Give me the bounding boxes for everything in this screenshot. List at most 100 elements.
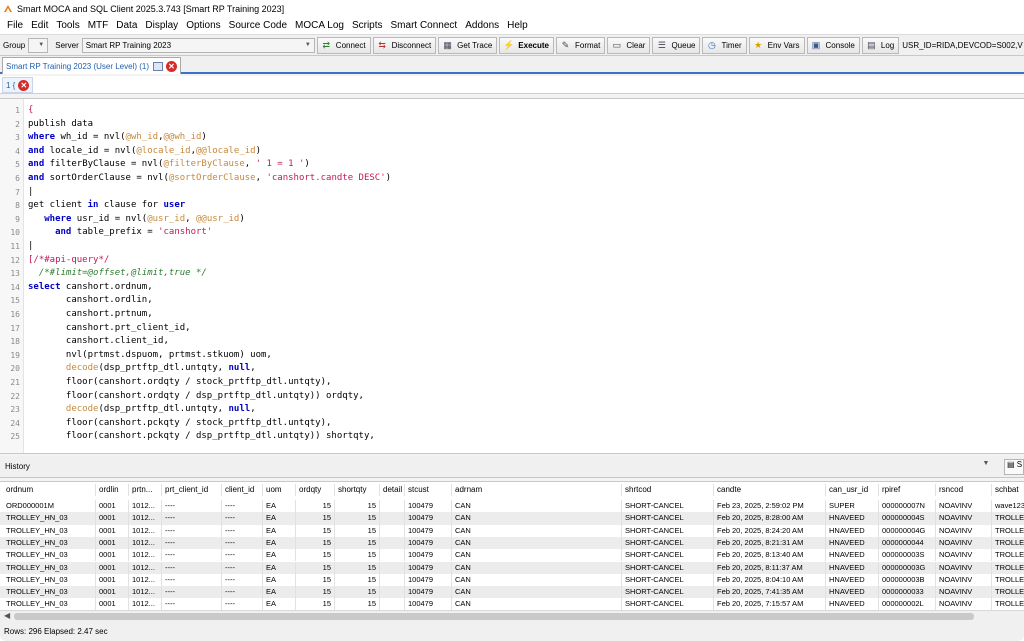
table-cell: NOAVINV [936, 598, 992, 610]
column-header-candte[interactable]: candte [714, 484, 826, 497]
table-cell: 000000004G [879, 524, 936, 537]
column-header-ordlin[interactable]: ordlin [96, 484, 129, 497]
table-cell: NOAVINV [936, 512, 992, 525]
menu-item-options[interactable]: Options [182, 17, 224, 34]
history-side-button[interactable]: ▤ S [1004, 459, 1024, 475]
column-header-uom[interactable]: uom [263, 484, 296, 497]
table-row[interactable]: TROLLEY_HN_03 0001 1012... ---- ---- EA 15 15 10… [0, 586, 1024, 599]
table-row[interactable]: TROLLEY_HN_03 0001 1012... ---- ---- EA 15 15 10… [0, 512, 1024, 525]
table-row[interactable]: TROLLEY_HN_03 0001 1012... ---- ---- EA 15 15 10… [0, 549, 1024, 562]
code-token: @wh_id [125, 132, 159, 143]
column-header-can_usr_id[interactable]: can_usr_id [826, 484, 879, 497]
timer-icon: ◷ [708, 39, 716, 50]
table-cell: SHORT-CANCEL [622, 512, 714, 525]
column-header-shrtcod[interactable]: shrtcod [622, 484, 714, 497]
column-header-rpiref[interactable]: rpiref [879, 484, 936, 497]
table-row[interactable]: TROLLEY_HN_03 0001 1012... ---- ---- EA 15 15 10… [0, 573, 1024, 587]
close-icon[interactable]: ✕ [18, 79, 30, 91]
session-status: USR_ID=RIDA,DEVCOD=S002,V [902, 40, 1023, 50]
code-token: canshort.prtnum, [28, 309, 153, 319]
column-header-shortqty[interactable]: shortqty [335, 484, 380, 497]
table-cell: ---- [162, 561, 222, 574]
code-text: [/*#api-query*/ [28, 254, 109, 268]
code-token: floor(canshort.ordqty / dsp_prtftp_dtl.u… [28, 390, 364, 401]
table-cell: 15 [296, 549, 335, 562]
results-grid[interactable]: ordnum ordlin prtn... prt_client_id client_i… [0, 481, 1024, 610]
code-line: 18 canshort.client_id, [0, 335, 1024, 349]
menu-item-addons[interactable]: Addons [461, 17, 503, 34]
menu-item-edit[interactable]: Edit [27, 17, 52, 34]
close-icon[interactable]: ✕ [166, 60, 178, 72]
table-cell: 15 [335, 536, 380, 550]
code-line: 16 canshort.prtnum, [0, 308, 1024, 322]
code-line: 24 floor(canshort.pckqty / stock_prtftp_… [0, 417, 1024, 431]
table-cell: Feb 20, 2025, 8:21:31 AM [714, 536, 826, 550]
column-header-stcust[interactable]: stcust [405, 484, 452, 497]
menu-item-help[interactable]: Help [503, 17, 532, 34]
table-cell: TROLLEY_HN_03 [3, 536, 96, 550]
table-cell: CAN [452, 586, 622, 599]
table-row[interactable]: TROLLEY_HN_03 0001 1012... ---- ---- EA 15 15 10… [0, 524, 1024, 537]
env-vars-button[interactable]: ★ Env Vars [748, 36, 805, 54]
code-token: wh_id = nvl( [55, 132, 126, 143]
scrollbar-thumb[interactable] [14, 613, 974, 620]
menu-item-smart-connect[interactable]: Smart Connect [387, 17, 462, 34]
menu-item-moca-log[interactable]: MOCA Log [291, 17, 348, 34]
get-trace-button[interactable]: ▦ Get Trace [438, 36, 498, 54]
column-header-detail[interactable]: detail [380, 484, 405, 497]
column-header-schbat[interactable]: schbat [992, 484, 1024, 497]
code-editor[interactable]: 1{2 publish data 3 where wh_id = nvl(@wh_id… [0, 98, 1024, 454]
code-line: 22 floor(canshort.ordqty / dsp_prtftp_dt… [0, 390, 1024, 404]
timer-button[interactable]: ◷ Timer [702, 36, 747, 54]
table-row[interactable]: ORD000001M 0001 1012... ---- ---- EA 15 15 10047… [0, 500, 1024, 513]
table-cell: TROLLEY [992, 574, 1024, 586]
console-button[interactable]: ▣ Console [806, 36, 860, 54]
button-label: Connect [335, 40, 366, 50]
log-button[interactable]: ▤ Log [861, 36, 900, 54]
disconnect-button[interactable]: ⇆ Disconnect [372, 36, 437, 54]
code-line: 7 | [0, 186, 1024, 200]
queue-button[interactable]: ☰ Queue [652, 36, 701, 54]
code-token: nvl(prtmst.dspuom, prtmst.stkuom) uom, [28, 349, 272, 360]
horizontal-scrollbar[interactable]: ◀ [0, 610, 1024, 622]
table-row[interactable]: TROLLEY_HN_03 0001 1012... ---- ---- EA 15 15 10… [0, 598, 1024, 610]
column-header-ordnum[interactable]: ordnum [3, 484, 96, 497]
tab-connection[interactable]: Smart RP Training 2023 (User Level) (1) … [2, 57, 182, 74]
table-cell: ---- [222, 586, 263, 599]
column-header-rsncod[interactable]: rsncod [936, 484, 992, 497]
table-cell [380, 500, 405, 513]
chevron-down-icon[interactable]: ▼ [980, 460, 992, 474]
column-header-client_id[interactable]: client_id [222, 484, 263, 497]
code-token: | [28, 241, 34, 251]
code-text: where usr_id = nvl(@usr_id, @@usr_id) [28, 213, 245, 227]
table-cell: TROLLEY_HN_03 [3, 512, 96, 525]
server-select[interactable]: Smart RP Training 2023 ▼ [81, 37, 315, 53]
menu-item-mtf[interactable]: MTF [84, 17, 113, 34]
column-header-prtn[interactable]: prtn... [129, 484, 162, 497]
table-cell: CAN [452, 598, 622, 610]
connect-button[interactable]: ⇄ Connect [316, 36, 371, 54]
menu-item-data[interactable]: Data [112, 17, 141, 34]
tab-editor[interactable]: 1 { ✕ [2, 77, 34, 93]
table-cell: ---- [162, 512, 222, 525]
menu-item-source-code[interactable]: Source Code [225, 17, 291, 34]
table-row[interactable]: TROLLEY_HN_03 0001 1012... ---- ---- EA 15 15 10… [0, 536, 1024, 550]
chevron-left-icon[interactable]: ◀ [4, 611, 10, 620]
code-token: table_prefix = [71, 227, 159, 238]
table-row[interactable]: TROLLEY_HN_03 0001 1012... ---- ---- EA 15 15 10… [0, 561, 1024, 574]
format-button[interactable]: ✎ Format [555, 36, 606, 54]
line-number: 9 [15, 214, 20, 224]
column-header-ordqty[interactable]: ordqty [296, 484, 335, 497]
menu-item-file[interactable]: File [3, 17, 27, 34]
clear-button[interactable]: ▭ Clear [607, 36, 651, 54]
menu-item-tools[interactable]: Tools [52, 17, 83, 34]
table-cell: 15 [296, 586, 335, 599]
menu-item-scripts[interactable]: Scripts [348, 17, 387, 34]
table-cell: SHORT-CANCEL [622, 586, 714, 599]
column-header-prt_client_id[interactable]: prt_client_id [162, 484, 222, 497]
execute-button[interactable]: ⚡ Execute [499, 36, 554, 54]
column-header-adrnam[interactable]: adrnam [452, 484, 622, 497]
code-token: ' 1 = 1 ' [255, 159, 305, 170]
menu-item-display[interactable]: Display [141, 17, 182, 34]
group-select[interactable]: ▼ [28, 37, 49, 53]
